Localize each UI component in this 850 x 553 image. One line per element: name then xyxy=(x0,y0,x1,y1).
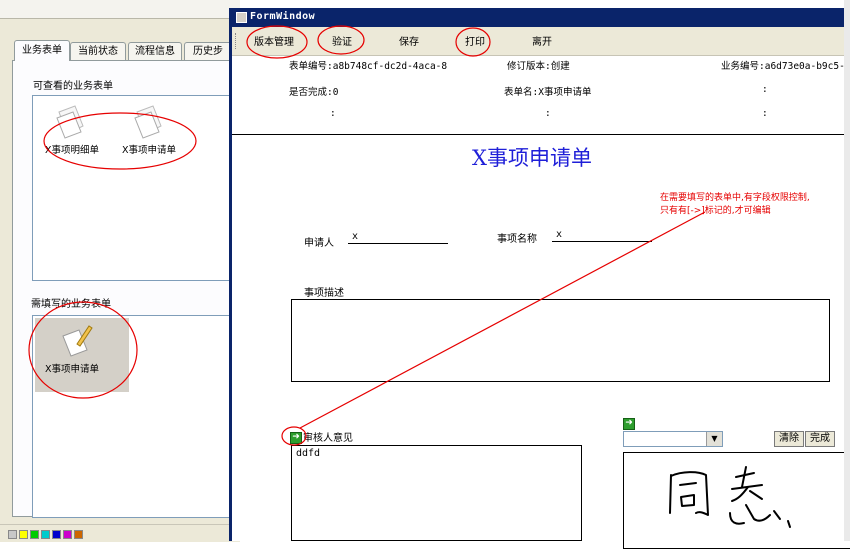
save-button[interactable]: 保存 xyxy=(399,33,419,48)
applicant-label: 申请人 xyxy=(304,238,334,249)
tab-process-info[interactable]: 流程信息 xyxy=(128,42,182,60)
handwritten-signature xyxy=(669,466,791,528)
divider xyxy=(232,134,850,135)
reviewer-opinion-label: 审核人意见 xyxy=(303,433,353,444)
tab-current-status[interactable]: 当前状态 xyxy=(70,42,126,60)
form-number: 表单编号:a8b748cf-dc2d-4aca-8 xyxy=(289,61,448,72)
description-label: 事项描述 xyxy=(304,288,344,299)
document-icon[interactable] xyxy=(53,104,87,140)
color-swatch[interactable] xyxy=(74,530,83,539)
tab-content-panel: 可查看的业务表单 X事项明细单 X事项申请单 需填写的业务表单 X事项申请单 xyxy=(12,60,244,518)
form-title: X事项申请单 xyxy=(472,146,592,170)
document-icon[interactable] xyxy=(131,104,165,140)
business-number: 业务编号:a6d73e0a-b9c5- xyxy=(721,61,845,72)
business-form-panel: 业务表单 当前状态 流程信息 历史步 可查看的业务表单 X事项明细单 X事项申请… xyxy=(0,0,244,542)
viewable-item-application[interactable]: X事项申请单 xyxy=(122,142,176,156)
is-complete: 是否完成:0 xyxy=(289,87,339,98)
tab-business-form[interactable]: 业务表单 xyxy=(14,40,70,61)
meta-empty-field: : xyxy=(762,84,768,95)
annotation-note-line: 在需要填写的表单中,有字段权限控制, xyxy=(660,193,810,203)
reviewer-opinion-textarea[interactable]: ddfd xyxy=(291,445,582,541)
version-manage-button[interactable]: 版本管理 xyxy=(254,33,294,48)
color-swatch[interactable] xyxy=(30,530,39,539)
top-toolbar xyxy=(0,0,240,19)
window-titlebar[interactable]: FormWindow xyxy=(232,8,850,27)
color-swatch[interactable] xyxy=(41,530,50,539)
color-swatch[interactable] xyxy=(63,530,72,539)
meta-empty-field: : xyxy=(330,108,336,119)
done-button[interactable]: 完成 xyxy=(805,431,835,447)
fillable-item-application[interactable]: X事项申请单 xyxy=(45,361,99,375)
form-name: 表单名:X事项申请单 xyxy=(504,87,592,98)
viewable-item-detail[interactable]: X事项明细单 xyxy=(45,142,99,156)
editable-arrow-icon[interactable]: ➜ xyxy=(290,432,302,444)
signature-pad[interactable] xyxy=(623,452,850,549)
form-window: FormWindow 版本管理 验证 保存 打印 离开 表单编号:a8b748c… xyxy=(229,8,850,549)
fillable-group-label: 需填写的业务表单 xyxy=(31,299,111,310)
description-textarea[interactable] xyxy=(291,299,830,382)
fillable-forms-list[interactable]: X事项申请单 xyxy=(32,315,244,518)
revision: 修订版本:创建 xyxy=(507,61,570,72)
item-name-field[interactable]: x xyxy=(552,230,652,242)
meta-empty-field: : xyxy=(545,108,551,119)
signature-select[interactable]: ▼ xyxy=(623,431,723,447)
item-name-label: 事项名称 xyxy=(497,234,537,245)
viewable-forms-list[interactable]: X事项明细单 X事项申请单 xyxy=(32,95,244,281)
color-swatch[interactable] xyxy=(52,530,61,539)
annotation-note: 在需要填写的表单中,有字段权限控制, 只有有[->]标记的,才可编辑 xyxy=(660,192,810,218)
color-swatch[interactable] xyxy=(19,530,28,539)
window-icon xyxy=(236,12,247,23)
form-toolbar: 版本管理 验证 保存 打印 离开 xyxy=(232,27,850,56)
color-swatch[interactable] xyxy=(8,530,17,539)
meta-empty-field: : xyxy=(762,108,768,119)
edit-document-icon[interactable] xyxy=(59,322,93,358)
chevron-down-icon[interactable]: ▼ xyxy=(706,432,722,446)
annotation-note-line: 只有有[->]标记的,才可编辑 xyxy=(660,206,771,216)
toolbar-grip[interactable] xyxy=(235,33,239,49)
window-edge xyxy=(844,0,850,541)
viewable-group-label: 可查看的业务表单 xyxy=(33,81,113,92)
exit-button[interactable]: 离开 xyxy=(532,33,552,48)
validate-button[interactable]: 验证 xyxy=(332,33,352,48)
tab-history-steps[interactable]: 历史步 xyxy=(184,42,232,60)
window-title: FormWindow xyxy=(250,11,316,22)
editable-arrow-icon[interactable]: ➜ xyxy=(623,418,635,430)
applicant-field[interactable]: x xyxy=(348,232,448,244)
clear-button[interactable]: 清除 xyxy=(774,431,804,447)
print-button[interactable]: 打印 xyxy=(465,33,485,48)
